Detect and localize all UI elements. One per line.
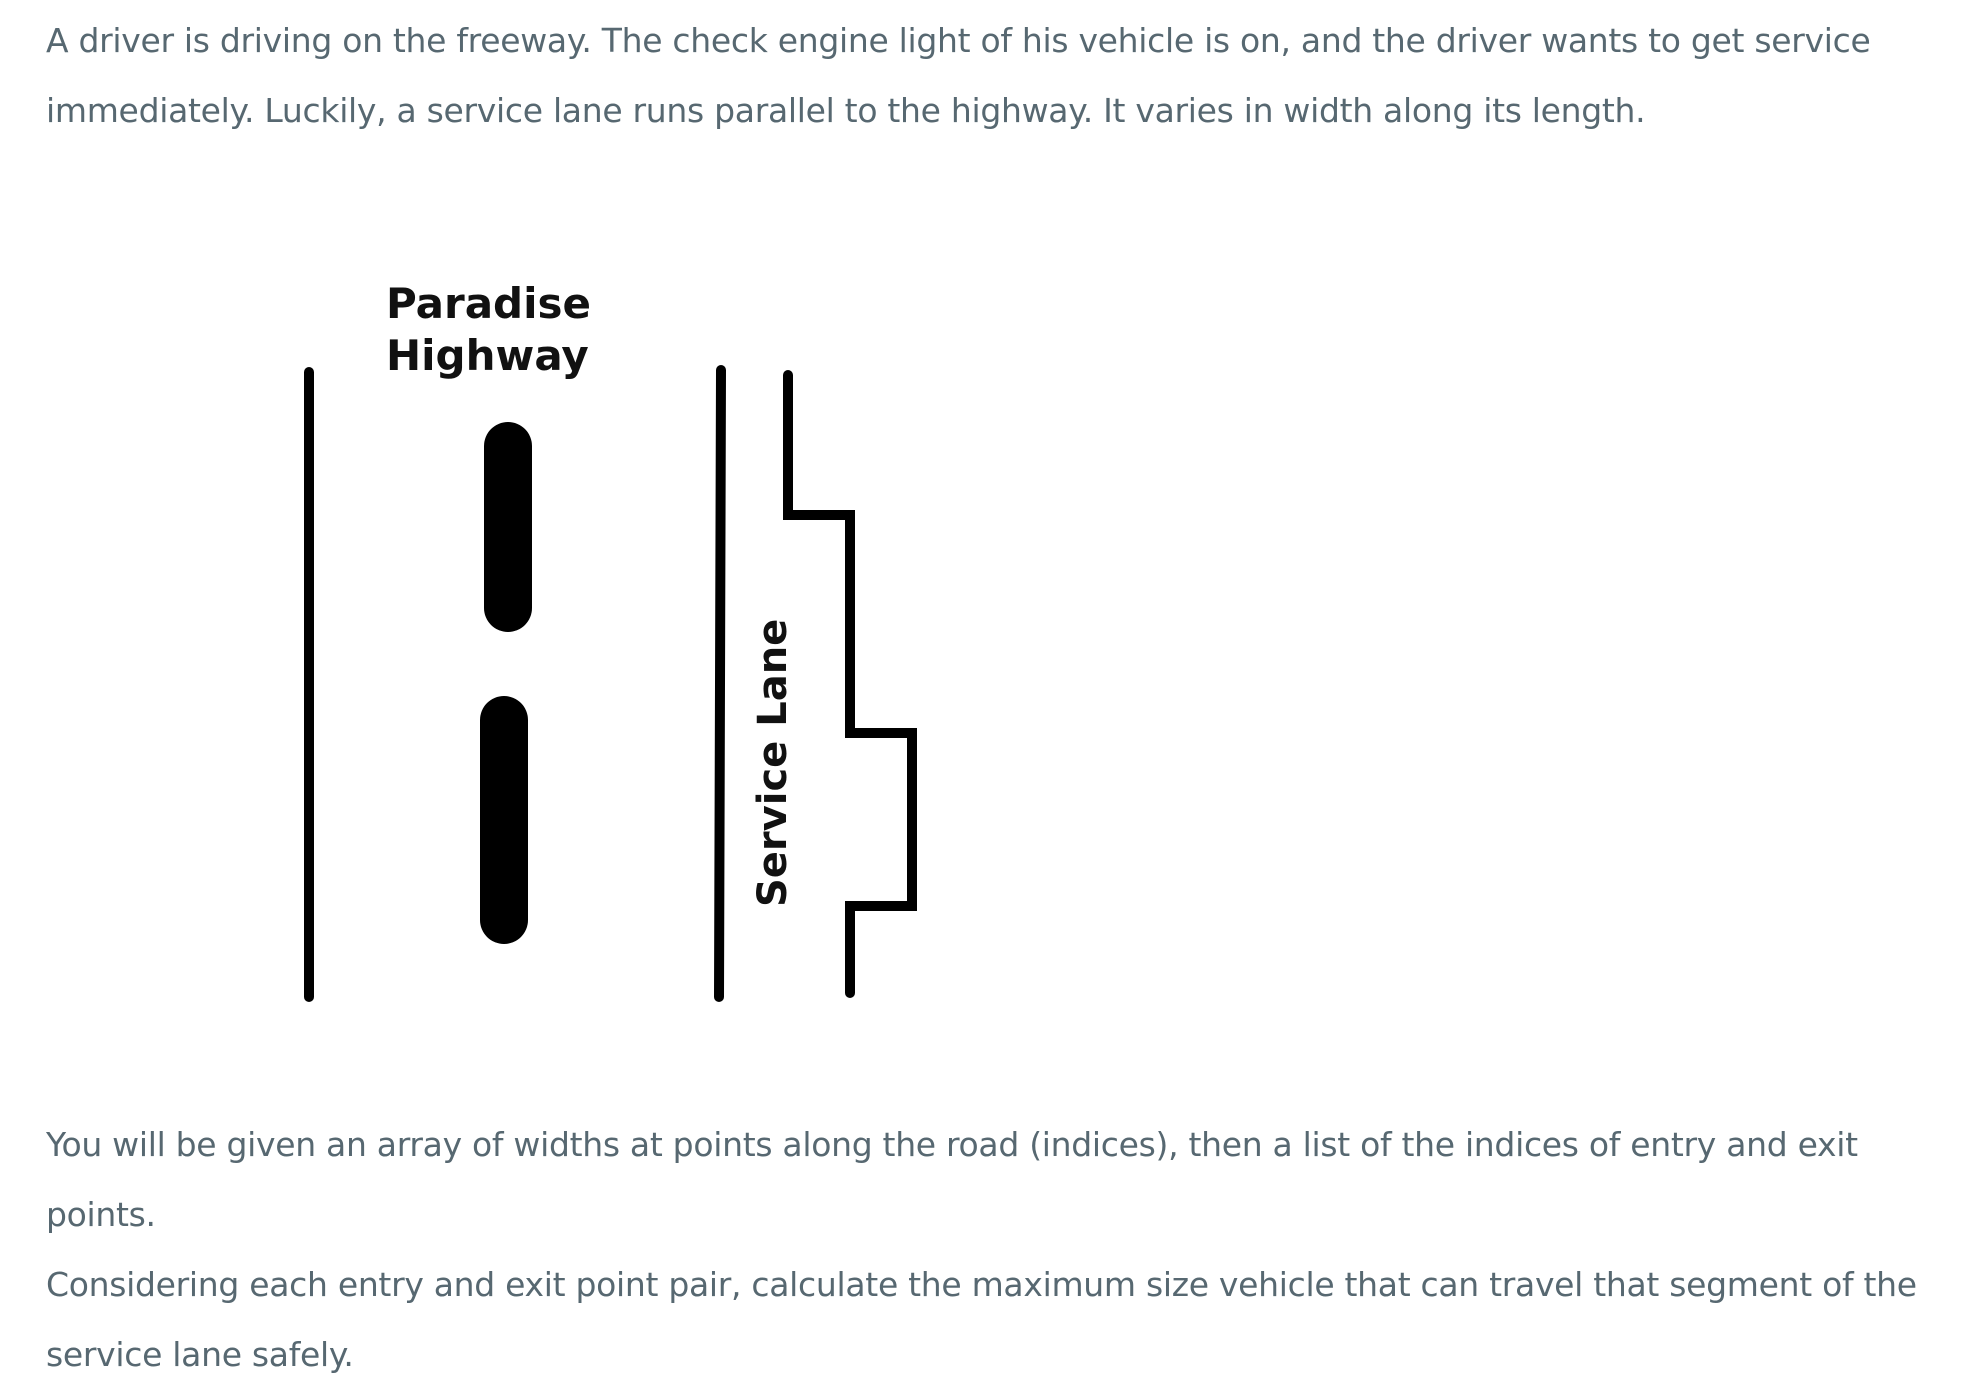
highway-label-line-1: Paradise [386,279,591,328]
task-line-3: service lane safely. [46,1335,354,1374]
task-line-1: You will be given an array of widths at … [46,1125,1858,1234]
service-lane-outer-edge [783,370,917,998]
task-line-2: Considering each entry and exit point pa… [46,1265,1917,1304]
highway-label-line-2: Highway [386,331,589,380]
lane-divider-dash-1 [484,422,532,632]
service-lane-label: Service Lane [750,619,796,907]
task-paragraph: You will be given an array of widths at … [46,1110,1976,1390]
lane-divider-dash-2 [480,696,528,944]
highway-right-edge [714,365,726,1002]
highway-diagram: Paradise Highway Service Lane [304,279,917,1002]
